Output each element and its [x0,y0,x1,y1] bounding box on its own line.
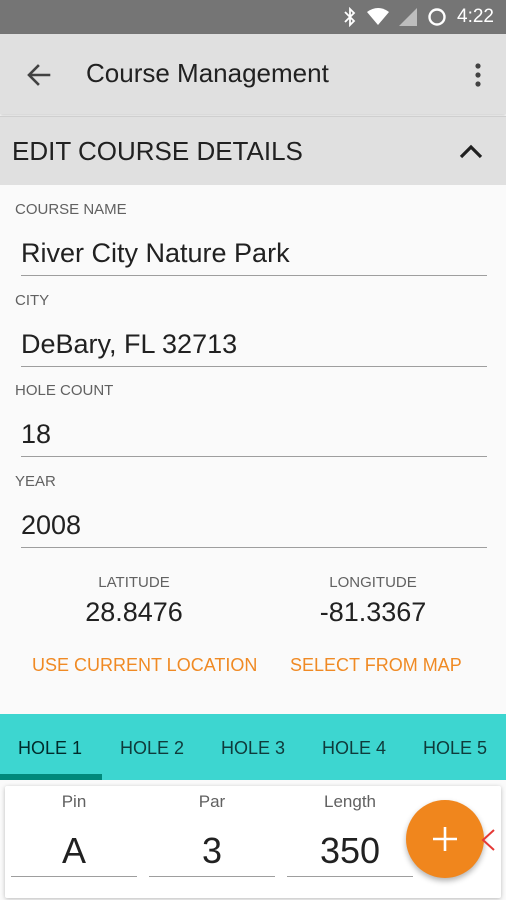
page-title: Course Management [86,58,329,88]
longitude-group: LONGITUDE -81.3367 [258,574,488,628]
add-hole-button[interactable] [406,800,484,878]
use-current-location-button[interactable]: USE CURRENT LOCATION [32,655,257,676]
tab-hole-5[interactable]: HOLE 5 [423,738,487,759]
city-label: CITY [15,292,50,309]
latitude-value: 28.8476 [85,597,183,627]
length-label: Length [324,792,376,811]
hole-count-field[interactable]: 18 [21,419,487,457]
course-name-label: COURSE NAME [15,201,127,218]
pin-label: Pin [61,792,87,811]
par-group: Par 3 [149,792,275,877]
tab-hole-3[interactable]: HOLE 3 [221,738,285,759]
course-name-field[interactable]: River City Nature Park [21,238,487,276]
tab-hole-2[interactable]: HOLE 2 [120,738,184,759]
add-icon [433,827,457,851]
status-bar: 4:22 [0,0,506,34]
bluetooth-icon [344,7,356,27]
longitude-label: LONGITUDE [329,574,417,591]
app-bar: Course Management [0,34,506,114]
pin-group: Pin A [11,792,137,877]
pin-field[interactable]: A [11,830,137,877]
tab-hole-1[interactable]: HOLE 1 [18,738,82,759]
latitude-group: LATITUDE 28.8476 [19,574,249,628]
par-field[interactable]: 3 [149,830,275,877]
year-field[interactable]: 2008 [21,510,487,548]
status-time: 4:22 [457,6,494,27]
alarm-icon [428,8,446,26]
chevron-up-icon[interactable] [454,135,488,169]
select-from-map-button[interactable]: SELECT FROM MAP [290,655,462,676]
hole-tab-bar: HOLE 1 HOLE 2 HOLE 3 HOLE 4 HOLE 5 [0,714,506,780]
latitude-label: LATITUDE [98,574,170,591]
section-header[interactable]: EDIT COURSE DETAILS [0,116,506,185]
length-field[interactable]: 350 [287,830,413,877]
status-icons: 4:22 [343,6,494,28]
par-label: Par [198,792,226,811]
tab-indicator [0,774,102,780]
year-label: YEAR [15,473,56,490]
signal-icon [399,8,418,26]
longitude-value: -81.3367 [319,597,427,627]
chevron-left-icon[interactable] [480,828,496,852]
hole-count-label: HOLE COUNT [15,382,114,399]
city-field[interactable]: DeBary, FL 32713 [21,329,487,367]
tab-hole-4[interactable]: HOLE 4 [322,738,386,759]
more-vert-icon[interactable] [468,58,488,92]
wifi-icon [367,8,390,25]
length-group: Length 350 [287,792,413,877]
section-title: EDIT COURSE DETAILS [12,136,303,166]
arrow-back-icon[interactable] [22,58,56,92]
